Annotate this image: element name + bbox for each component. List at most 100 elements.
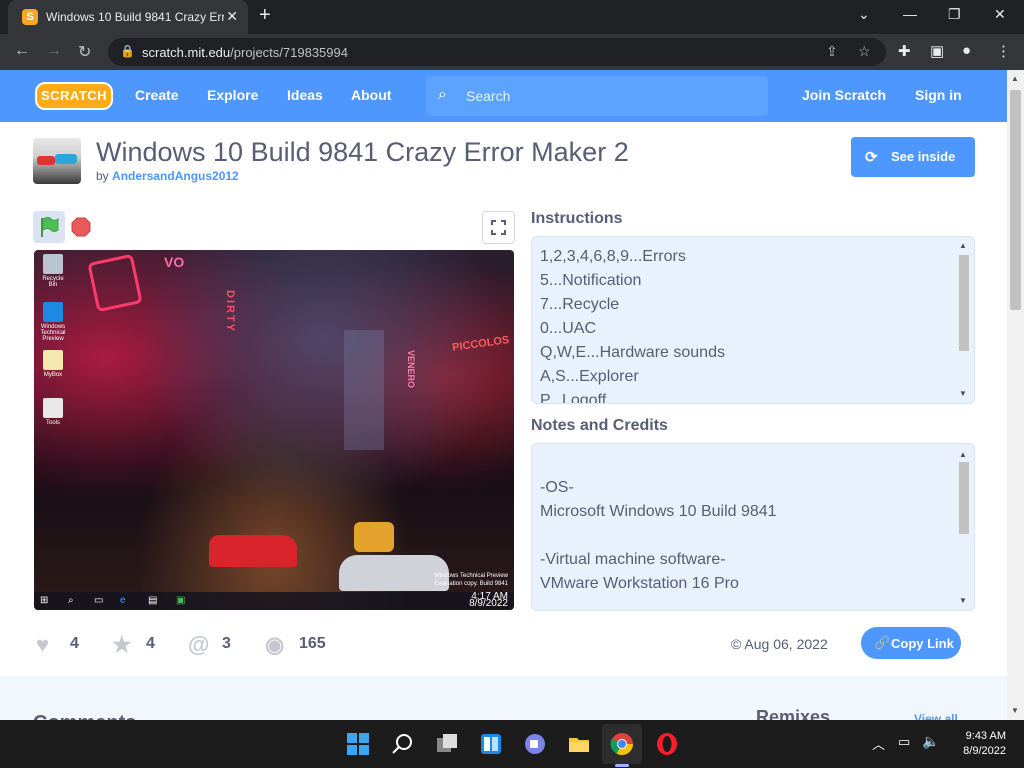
active-app-indicator	[615, 764, 629, 767]
stop-icon	[71, 217, 91, 237]
stage-search-icon[interactable]: ⌕	[68, 595, 74, 606]
bookmark-star-icon[interactable]: ☆	[858, 43, 871, 60]
forward-icon[interactable]: →	[46, 42, 62, 60]
see-inside-button[interactable]: ⟳ See inside	[851, 137, 975, 177]
distant-tower	[344, 330, 384, 450]
profile-icon[interactable]: ●	[962, 42, 971, 59]
heart-icon: ♥	[36, 632, 50, 657]
volume-icon[interactable]: 🔈	[922, 733, 939, 750]
red-car	[209, 535, 297, 567]
instructions-text: 1,2,3,4,6,8,9...Errors 5...Notification …	[540, 248, 725, 404]
join-scratch-link[interactable]: Join Scratch	[802, 87, 886, 103]
stage-store-icon[interactable]: ▣	[176, 595, 185, 606]
nav-create[interactable]: Create	[135, 87, 179, 103]
system-clock[interactable]: 9:43 AM 8/9/2022	[954, 729, 1006, 759]
stage-clock: 4:17 AM 8/9/2022	[469, 591, 508, 609]
reload-icon[interactable]: ↻	[78, 42, 91, 62]
notes-scrollbar[interactable]: ▲ ▼	[956, 444, 970, 610]
author-link[interactable]: AndersandAngus2012	[112, 169, 239, 183]
search-input[interactable]: ⌕ Search	[426, 76, 768, 116]
url-text: scratch.mit.edu/projects/719835994	[142, 45, 348, 60]
link-icon: 🔗	[874, 635, 891, 650]
teams-chat-icon[interactable]	[523, 732, 547, 756]
yellow-taxi	[354, 522, 394, 552]
maximize-icon[interactable]: ❐	[948, 6, 961, 23]
file-explorer-icon[interactable]	[567, 732, 591, 756]
scratch-logo[interactable]: SCRATCH	[35, 82, 113, 110]
scratch-favicon-icon: S	[22, 9, 38, 25]
search-placeholder: Search	[466, 88, 511, 104]
green-flag-button[interactable]	[33, 211, 65, 243]
windows-taskbar: ︿ ▭ 🔈 9:43 AM 8/9/2022	[0, 720, 1024, 768]
opera-icon[interactable]	[655, 732, 679, 756]
green-flag-icon	[41, 217, 59, 237]
stage-taskbar: ⊞ ⌕ ▭ e ▤ ▣ 4:17 AM 8/9/2022	[34, 592, 514, 610]
address-bar[interactable]: 🔒 scratch.mit.edu/projects/719835994 ⇪ ☆	[108, 38, 886, 66]
windows-start-icon[interactable]	[346, 732, 370, 756]
instructions-heading: Instructions	[531, 210, 623, 227]
notes-heading: Notes and Credits	[531, 417, 668, 434]
notes-box[interactable]: -OS- Microsoft Windows 10 Build 9841 -Vi…	[531, 443, 975, 611]
white-car	[339, 555, 449, 591]
task-view-icon[interactable]	[435, 732, 459, 756]
browser-tab[interactable]: S Windows 10 Build 9841 Crazy Err ✕	[8, 0, 248, 34]
project-title: Windows 10 Build 9841 Crazy Error Maker …	[96, 137, 629, 167]
shared-date: © Aug 06, 2022	[731, 636, 828, 652]
desktop-icon-recycle-bin[interactable]: Recycle Bin	[40, 254, 66, 288]
project-byline: by AndersandAngus2012	[96, 169, 239, 183]
neon-sign-top: VO	[164, 254, 185, 270]
desktop-icon-tools[interactable]: Tools	[40, 398, 66, 426]
lock-icon[interactable]: 🔒	[120, 44, 135, 58]
sign-in-link[interactable]: Sign in	[915, 87, 962, 103]
fullscreen-button[interactable]	[482, 211, 515, 244]
nav-about[interactable]: About	[351, 87, 391, 103]
desktop-icon-mybox[interactable]: MyBox	[40, 350, 66, 378]
nav-ideas[interactable]: Ideas	[287, 87, 323, 103]
network-icon[interactable]: ▭	[898, 734, 910, 750]
fullscreen-icon	[491, 220, 506, 235]
stop-button[interactable]	[71, 217, 91, 237]
desktop-icon-technical-preview[interactable]: Windows Technical Preview	[40, 302, 66, 342]
browser-tab-bar: S Windows 10 Build 9841 Crazy Err ✕ + ⌄ …	[0, 0, 1024, 34]
project-stage[interactable]: VO DIRTY PICCOLOS VENERO Recycle Bin Win…	[34, 250, 514, 610]
stage-watermark: Windows Technical Preview Evaluation cop…	[434, 573, 508, 587]
stage-ie-icon[interactable]: e	[120, 595, 126, 606]
lower-section	[0, 676, 1007, 720]
instructions-box[interactable]: 1,2,3,4,6,8,9...Errors 5...Notification …	[531, 236, 975, 404]
show-hidden-icons-icon[interactable]: ︿	[872, 734, 885, 753]
notes-text: -OS- Microsoft Windows 10 Build 9841 -Vi…	[540, 479, 777, 592]
close-window-icon[interactable]: ✕	[994, 6, 1006, 23]
share-icon[interactable]: ⇪	[826, 43, 838, 60]
eye-icon: ◉	[265, 632, 285, 657]
copy-link-button[interactable]: 🔗 Copy Link	[861, 627, 961, 659]
browser-toolbar: ← → ↻ 🔒 scratch.mit.edu/projects/7198359…	[0, 34, 1024, 70]
stage-taskview-icon[interactable]: ▭	[94, 595, 103, 606]
stage-start-icon[interactable]: ⊞	[40, 595, 48, 606]
tab-search-icon[interactable]: ⌄	[858, 6, 870, 23]
back-icon[interactable]: ←	[14, 42, 30, 60]
star-icon: ★	[112, 632, 132, 657]
side-panel-icon[interactable]: ▣	[930, 42, 944, 60]
widgets-icon[interactable]	[479, 732, 503, 756]
tab-title: Windows 10 Build 9841 Crazy Err	[46, 10, 224, 24]
neon-sign-dirty: DIRTY	[224, 290, 236, 333]
windows-search-icon[interactable]	[391, 732, 415, 756]
instructions-scrollbar[interactable]: ▲ ▼	[956, 237, 970, 403]
menu-icon[interactable]: ⋮	[996, 42, 1011, 60]
search-icon: ⌕	[438, 86, 447, 103]
stage-explorer-icon[interactable]: ▤	[148, 595, 157, 606]
nav-explore[interactable]: Explore	[207, 87, 258, 103]
neon-sign-shape	[87, 253, 143, 313]
minimize-icon[interactable]: —	[903, 6, 917, 22]
close-tab-icon[interactable]: ✕	[226, 8, 238, 25]
scratch-navbar: SCRATCH Create Explore Ideas About ⌕ Sea…	[0, 70, 1007, 122]
neon-sign-venero: VENERO	[406, 350, 416, 389]
project-thumbnail	[33, 138, 81, 184]
see-inside-icon: ⟳	[865, 149, 878, 166]
page-scrollbar[interactable]: ▲ ▼	[1007, 70, 1024, 720]
neon-sign-piccolos: PICCOLOS	[451, 334, 511, 354]
extensions-icon[interactable]: ✚	[898, 42, 911, 60]
remix-spiral-icon: @	[188, 632, 210, 657]
chrome-icon[interactable]	[610, 732, 634, 756]
new-tab-icon[interactable]: +	[259, 4, 271, 27]
